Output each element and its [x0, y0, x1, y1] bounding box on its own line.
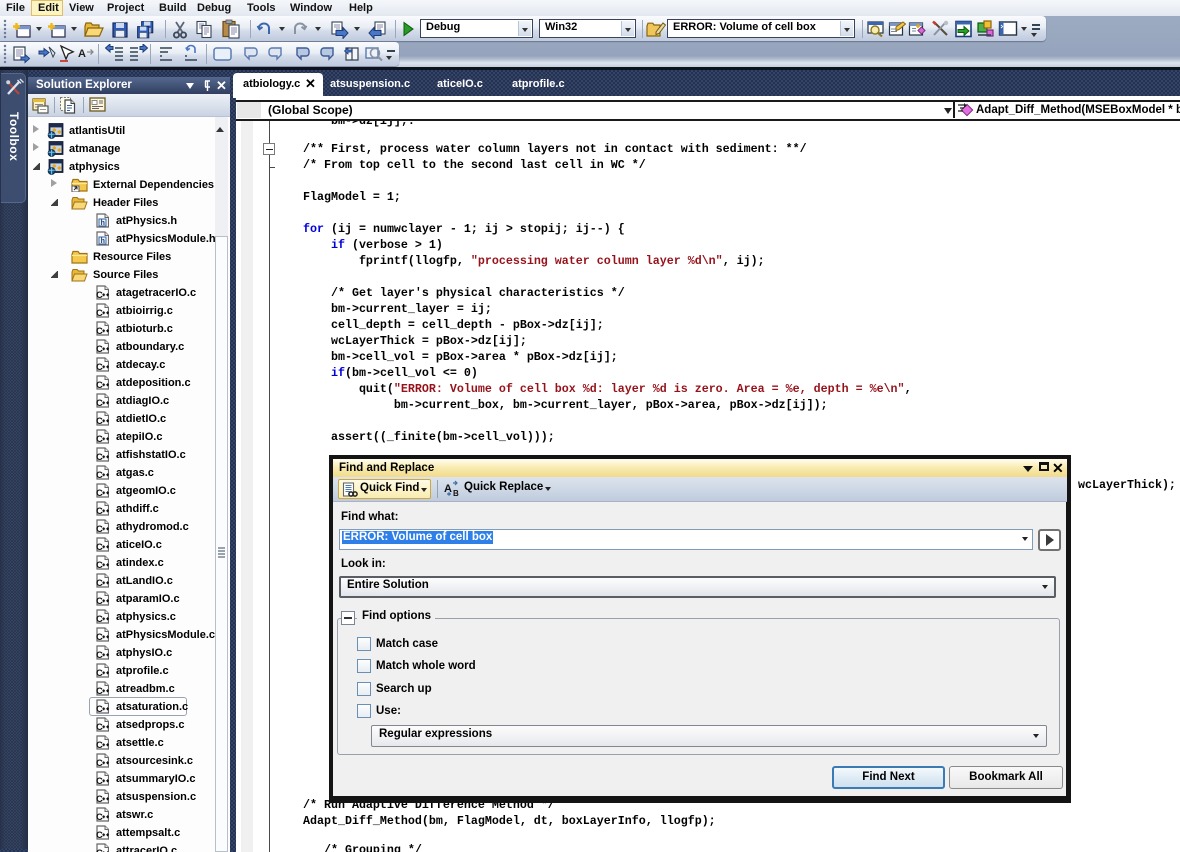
svg-text:C: C — [96, 650, 103, 660]
svg-text:C: C — [96, 596, 103, 606]
svg-text:h: h — [101, 238, 105, 245]
svg-text:C: C — [96, 326, 103, 336]
svg-text:C: C — [96, 542, 103, 552]
svg-text:C: C — [96, 452, 103, 462]
svg-text:C: C — [96, 668, 103, 678]
svg-text:C: C — [96, 290, 103, 300]
svg-text:C: C — [96, 308, 103, 318]
svg-text:C: C — [96, 524, 103, 534]
svg-text:A: A — [78, 48, 86, 60]
svg-text:h: h — [101, 220, 105, 227]
svg-text:C: C — [96, 488, 103, 498]
svg-text:C: C — [96, 560, 103, 570]
svg-text:C: C — [96, 722, 103, 732]
svg-text:C: C — [96, 704, 103, 714]
svg-text:C: C — [96, 812, 103, 822]
svg-text:C: C — [96, 758, 103, 768]
svg-text:C: C — [96, 506, 103, 516]
svg-text:C: C — [96, 794, 103, 804]
svg-text:C: C — [96, 632, 103, 642]
svg-text:C: C — [96, 398, 103, 408]
svg-text:C: C — [96, 434, 103, 444]
svg-text:C: C — [96, 830, 103, 840]
svg-text:C: C — [96, 470, 103, 480]
svg-text:C: C — [96, 578, 103, 588]
svg-text:C: C — [96, 776, 103, 786]
svg-text:C: C — [96, 344, 103, 354]
svg-text:C: C — [96, 740, 103, 750]
svg-text:A: A — [444, 483, 452, 495]
svg-text:C: C — [96, 362, 103, 372]
svg-text:C: C — [96, 848, 103, 852]
svg-text:C: C — [96, 614, 103, 624]
svg-text:C: C — [96, 686, 103, 696]
svg-text:B: B — [453, 489, 459, 498]
svg-text:C: C — [96, 416, 103, 426]
svg-text:C: C — [96, 380, 103, 390]
